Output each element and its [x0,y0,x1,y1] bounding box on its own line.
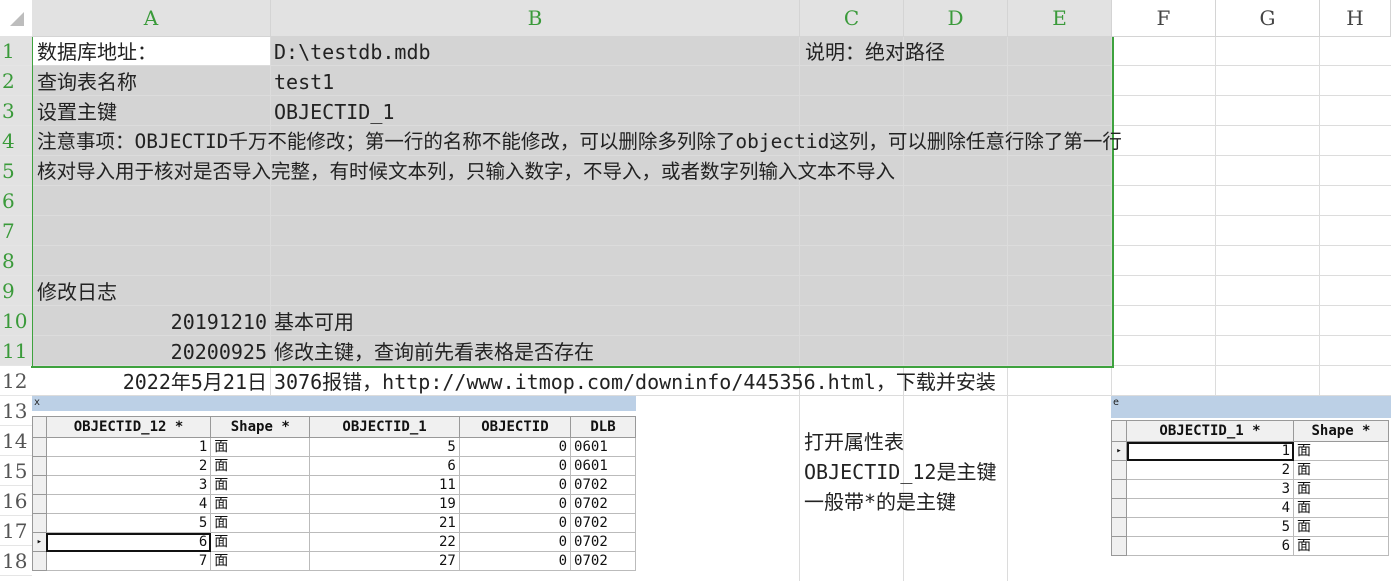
table-row[interactable]: ▸ 6 面 22 0 0702 [32,532,636,552]
row-16[interactable]: 16 [0,486,32,516]
cell-a3[interactable]: 设置主键 [37,97,117,127]
row-selector-header[interactable] [1111,420,1127,442]
row-6[interactable]: 6 [0,186,32,216]
cell-a2[interactable]: 查询表名称 [37,67,137,97]
table-row[interactable]: 4面 [1111,498,1389,518]
header-objectid12[interactable]: OBJECTID_12 * [45,416,212,438]
row-1[interactable]: 1 [0,36,32,66]
header-objectid[interactable]: OBJECTID [458,416,572,438]
header-shape[interactable]: Shape * [210,416,311,438]
cell-b1[interactable]: D:\testdb.mdb [274,37,431,67]
row-11[interactable]: 11 [0,336,32,366]
attribute-table-screenshot-2: e OBJECTID_1 * Shape * ▸ 1 面 2面 3面 4面 5面 6… [1111,396,1391,581]
note-primary-key: OBJECTID_12是主键 [804,460,997,484]
column-g[interactable]: G [1216,0,1320,36]
column-b[interactable]: B [271,0,800,36]
table-row[interactable]: 5 面 21 0 0702 [32,513,636,533]
row-18[interactable]: 18 [0,546,32,576]
row-13[interactable]: 13 [0,396,32,426]
cell-a10[interactable]: 20191210 [33,307,267,337]
table-row[interactable]: 7 面 27 0 0702 [32,551,636,571]
cell-b10[interactable]: 基本可用 [274,307,354,337]
attribute-table-2-title: e [1111,396,1391,418]
header-shape[interactable]: Shape * [1293,420,1389,442]
current-row-arrow-icon: ▸ [1111,441,1127,461]
table-row[interactable]: 2 面 6 0 0601 [32,456,636,476]
cell-a12[interactable]: 2022年5月21日 [33,367,267,397]
column-c[interactable]: C [800,0,904,36]
table-row[interactable]: 6面 [1111,536,1389,556]
column-d[interactable]: D [904,0,1008,36]
table-row[interactable]: 2面 [1111,460,1389,480]
cell-a1[interactable]: 数据库地址： [37,37,157,67]
header-objectid1[interactable]: OBJECTID_1 [309,416,460,438]
note-open-attribute-table: 打开属性表 [804,430,904,454]
cell-b11[interactable]: 修改主键，查询前先看表格是否存在 [274,337,594,367]
table-row[interactable]: 4 面 19 0 0702 [32,494,636,514]
row-9[interactable]: 9 [0,276,32,306]
cell-b12[interactable]: 3076报错，http://www.itmop.com/downinfo/445… [274,367,996,397]
attribute-table-title: x [32,396,636,411]
table-row[interactable]: 5面 [1111,517,1389,537]
row-17[interactable]: 17 [0,516,32,546]
attribute-table-2: OBJECTID_1 * Shape * ▸ 1 面 2面 3面 4面 5面 6面 [1111,420,1389,556]
column-f[interactable]: F [1112,0,1216,36]
cell-a9[interactable]: 修改日志 [37,277,117,307]
row-3[interactable]: 3 [0,96,32,126]
table-row[interactable]: 1 面 5 0 0601 [32,437,636,457]
cell-b3[interactable]: OBJECTID_1 [274,97,394,127]
cell-c1[interactable]: 说明：绝对路径 [805,37,945,67]
cell-a5[interactable]: 核对导入用于核对是否导入完整，有时候文本列，只输入数字，不导入，或者数字列输入文… [37,157,895,187]
note-asterisk-key: 一般带*的是主键 [804,490,957,514]
select-all-icon [10,12,24,26]
attribute-table-screenshot-1: x OBJECTID_12 * Shape * OBJECTID_1 OBJEC… [32,396,636,581]
column-e[interactable]: E [1008,0,1112,36]
column-a[interactable]: A [32,0,271,36]
row-12[interactable]: 12 [0,366,32,396]
table-row[interactable]: 3面 [1111,479,1389,499]
select-all-corner[interactable] [0,0,32,36]
cell-a4[interactable]: 注意事项：OBJECTID千万不能修改；第一行的名称不能修改，可以删除多列除了o… [37,127,1122,157]
table-row[interactable]: 3 面 11 0 0702 [32,475,636,495]
row-8[interactable]: 8 [0,246,32,276]
row-selector-header[interactable] [32,416,47,438]
row-7[interactable]: 7 [0,216,32,246]
header-objectid1-key[interactable]: OBJECTID_1 * [1126,420,1294,442]
row-10[interactable]: 10 [0,306,32,336]
row-4[interactable]: 4 [0,126,32,156]
table-row[interactable]: ▸ 1 面 [1111,441,1389,461]
row-2[interactable]: 2 [0,66,32,96]
cell-b2[interactable]: test1 [274,67,334,97]
column-header: A B C D E F G H [0,0,1391,37]
row-14[interactable]: 14 [0,426,32,456]
row-15[interactable]: 15 [0,456,32,486]
row-5[interactable]: 5 [0,156,32,186]
header-dlb[interactable]: DLB [570,416,636,438]
cell-a11[interactable]: 20200925 [33,337,267,367]
column-h[interactable]: H [1320,0,1391,36]
current-row-arrow-icon: ▸ [32,532,47,552]
attribute-table-1: OBJECTID_12 * Shape * OBJECTID_1 OBJECTI… [32,416,636,571]
